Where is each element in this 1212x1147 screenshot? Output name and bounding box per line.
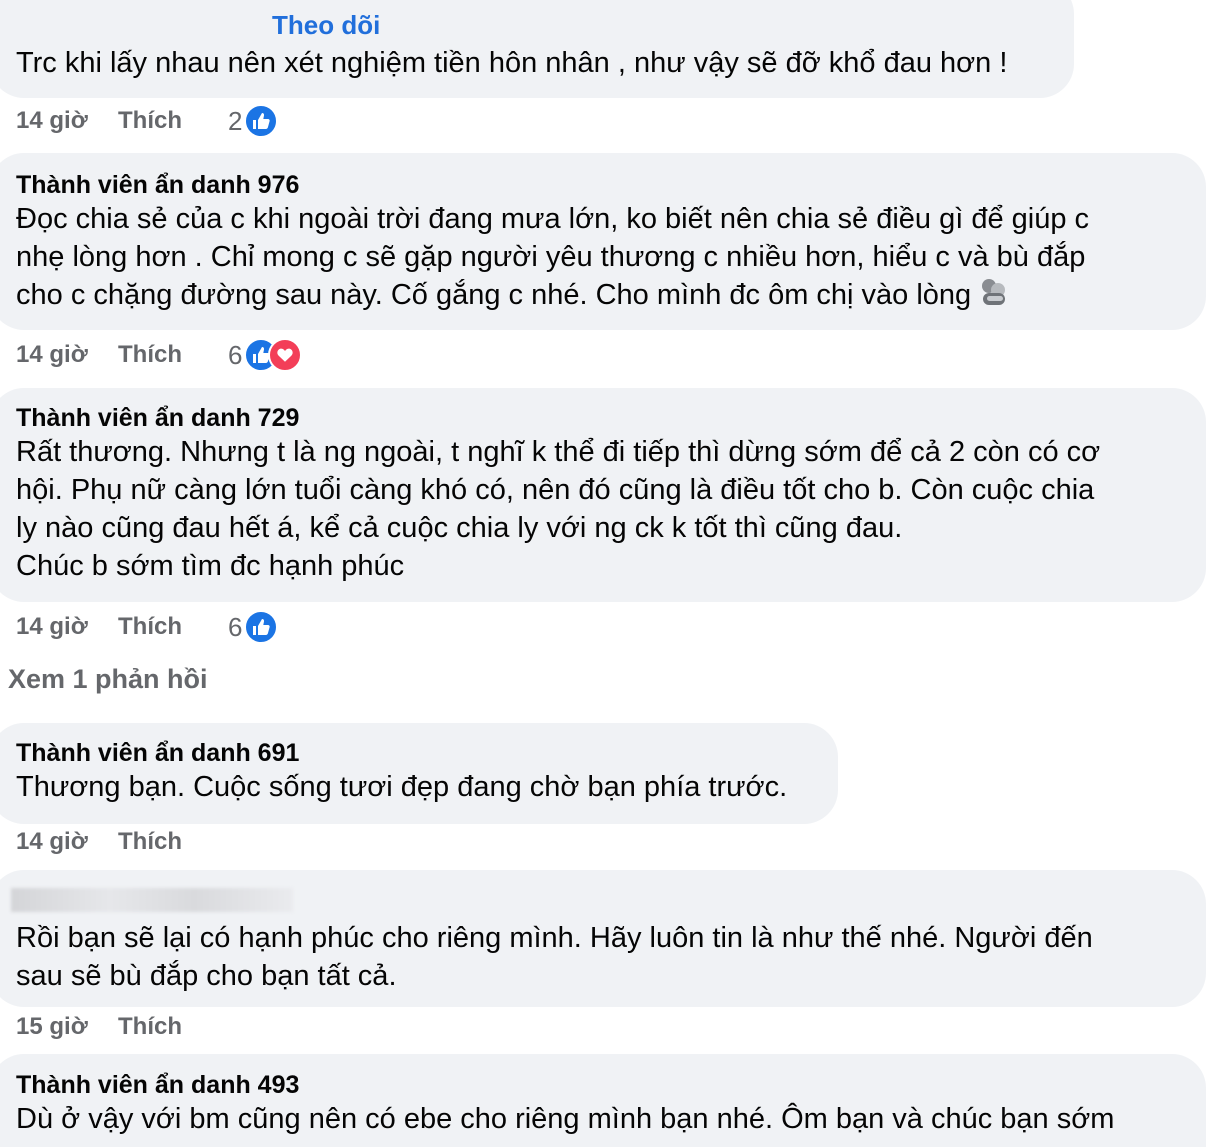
comment-bubble: Thành viên ẩn danh 729 Rất thương. Nhưng… xyxy=(0,388,1206,602)
reaction-count: 6 xyxy=(228,339,243,370)
comment-author[interactable]: Thành viên ẩn danh 493 xyxy=(16,1070,1188,1100)
comment-text: Rất thương. Nhưng t là ng ngoài, t nghĩ … xyxy=(16,436,1101,582)
reaction-count: 6 xyxy=(228,611,243,642)
comment-text: Rồi bạn sẽ lại có hạnh phúc cho riêng mì… xyxy=(16,922,1093,992)
like-button[interactable]: Thích xyxy=(118,341,228,369)
comment-author[interactable]: Thành viên ẩn danh 976 xyxy=(16,170,1188,200)
comment-author[interactable]: Thành viên ẩn danh 729 xyxy=(16,403,1188,433)
reaction-summary[interactable]: 6 xyxy=(228,338,303,372)
comment-time[interactable]: 14 giờ xyxy=(16,828,118,856)
reaction-summary[interactable]: 2 xyxy=(228,104,279,138)
comment-actions: 14 giờ Thích 2 xyxy=(16,103,279,139)
hug-emoji-icon xyxy=(977,276,1009,313)
like-button[interactable]: Thích xyxy=(118,1013,228,1041)
comment-actions: 15 giờ Thích xyxy=(16,1009,228,1045)
comment-text: Thương bạn. Cuộc sống tươi đẹp đang chờ … xyxy=(16,771,788,803)
reaction-summary[interactable]: 6 xyxy=(228,610,279,644)
thumbs-up-icon xyxy=(244,104,279,138)
view-replies-link[interactable]: Xem 1 phản hồi xyxy=(8,664,208,695)
reaction-count: 2 xyxy=(228,105,243,136)
comment-time[interactable]: 14 giờ xyxy=(16,613,118,641)
thumbs-up-icon xyxy=(244,610,279,644)
comment-text: Trc khi lấy nhau nên xét nghiệm tiền hôn… xyxy=(16,47,1008,79)
comment-time[interactable]: 14 giờ xyxy=(16,341,118,369)
comment-bubble: Thành viên ẩn danh 493 Dù ở vậy với bm c… xyxy=(0,1054,1206,1147)
comment-bubble: Theo dõi Trc khi lấy nhau nên xét nghiệm… xyxy=(0,0,1074,98)
follow-link[interactable]: Theo dõi xyxy=(272,10,380,40)
comment-time[interactable]: 14 giờ xyxy=(16,107,118,135)
comment-actions: 14 giờ Thích 6 xyxy=(16,337,303,373)
like-button[interactable]: Thích xyxy=(118,107,228,135)
like-button[interactable]: Thích xyxy=(118,613,228,641)
comment-actions: 14 giờ Thích 6 xyxy=(16,609,279,645)
comment-bubble: Thành viên ẩn danh 976 Đọc chia sẻ của c… xyxy=(0,153,1206,330)
comment-actions: 14 giờ Thích xyxy=(16,824,228,860)
comment-author[interactable]: Thành viên ẩn danh 691 xyxy=(16,738,820,768)
heart-icon xyxy=(268,338,303,372)
comment-text: Đọc chia sẻ của c khi ngoài trời đang mư… xyxy=(16,203,1090,311)
blurred-author-name xyxy=(11,888,293,912)
comment-time[interactable]: 15 giờ xyxy=(16,1013,118,1041)
like-button[interactable]: Thích xyxy=(118,828,228,856)
comment-bubble: Thành viên ẩn danh 691 Thương bạn. Cuộc … xyxy=(0,723,838,824)
comment-text: Dù ở vậy với bm cũng nên có ebe cho riên… xyxy=(16,1103,1115,1135)
